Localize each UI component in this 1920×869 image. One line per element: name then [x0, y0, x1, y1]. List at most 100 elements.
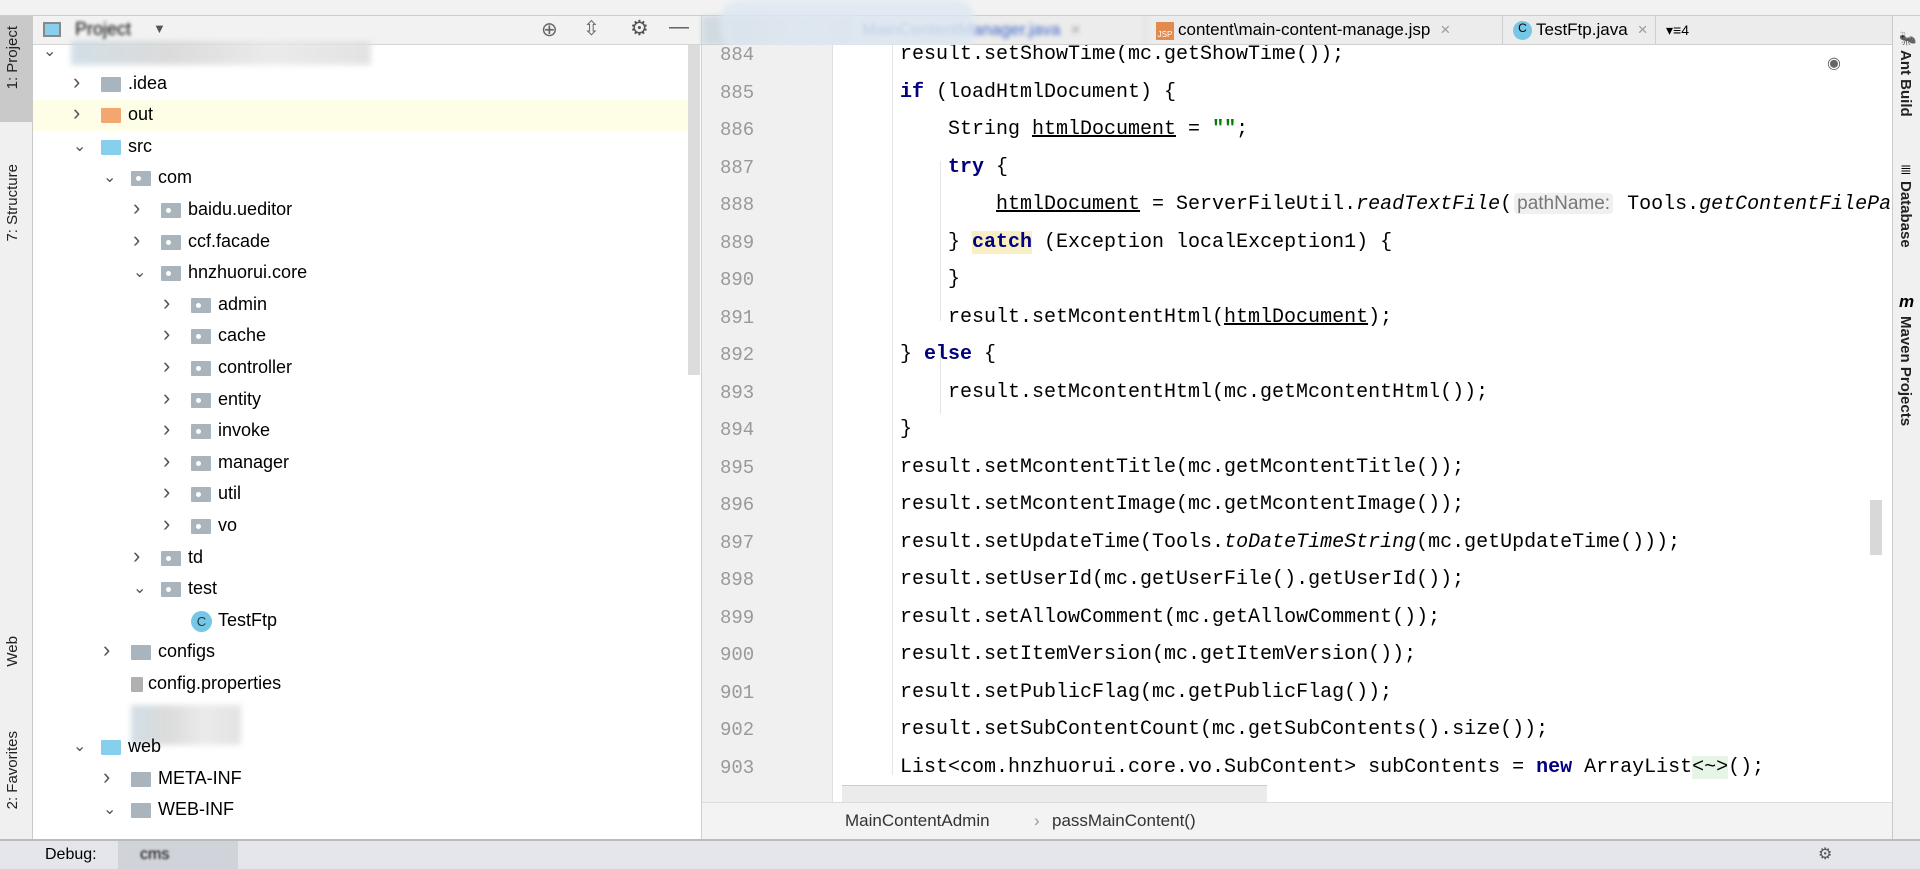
- tool-structure[interactable]: 7: Structure: [4, 164, 21, 242]
- tab-main-content-manage-jsp[interactable]: JSP content\main-content-manage.jsp ×: [1146, 16, 1503, 45]
- code-line[interactable]: result.setMcontentHtml(mc.getMcontentHtm…: [948, 381, 1488, 404]
- tool-web[interactable]: Web: [4, 636, 21, 667]
- tabs-overflow-button[interactable]: ▾≡4: [1656, 16, 1704, 45]
- minimize-icon[interactable]: —: [669, 16, 689, 39]
- code-line[interactable]: result.setItemVersion(mc.getItemVersion(…: [900, 643, 1416, 666]
- tree-item[interactable]: › vo: [33, 511, 688, 542]
- chevron-right-icon[interactable]: ›: [163, 321, 170, 347]
- tool-project[interactable]: 1: Project: [4, 26, 21, 89]
- tool-database[interactable]: Database: [1897, 181, 1914, 248]
- breadcrumb-method[interactable]: passMainContent(): [1052, 811, 1196, 831]
- tabs-overflow-count: 4: [1681, 22, 1689, 38]
- code-line[interactable]: result.setMcontentImage(mc.getMcontentIm…: [900, 493, 1464, 516]
- tree-scrollbar[interactable]: [688, 45, 700, 375]
- tree-item[interactable]: › .idea: [33, 69, 688, 100]
- tree-item[interactable]: [33, 701, 688, 745]
- tree-item[interactable]: › baidu.ueditor: [33, 195, 688, 226]
- properties-icon: [131, 677, 143, 692]
- code-line[interactable]: result.setAllowComment(mc.getAllowCommen…: [900, 606, 1440, 629]
- chevron-down-icon[interactable]: ⌄: [133, 262, 146, 282]
- editor-scrollbar[interactable]: [1870, 500, 1882, 555]
- code-line[interactable]: result.setMcontentTitle(mc.getMcontentTi…: [900, 456, 1464, 479]
- chevron-right-icon[interactable]: ›: [163, 290, 170, 316]
- code-line[interactable]: } catch (Exception localException1) {: [948, 230, 1392, 254]
- code-token: if: [900, 80, 925, 104]
- chevron-right-icon[interactable]: ›: [73, 100, 80, 126]
- code-token: =: [1176, 118, 1213, 141]
- close-icon[interactable]: ×: [1070, 20, 1080, 39]
- tree-item-label: vo: [218, 515, 238, 535]
- tree-item[interactable]: › manager: [33, 448, 688, 479]
- tree-item[interactable]: › util: [33, 479, 688, 510]
- chevron-right-icon[interactable]: ›: [163, 385, 170, 411]
- code-editor[interactable]: 884 885 886 887 888 889 890 891 892 893 894 895 896 8…: [702, 45, 1892, 802]
- chevron-right-icon[interactable]: ›: [133, 543, 140, 569]
- code-line[interactable]: result.setPublicFlag(mc.getPublicFlag())…: [900, 681, 1392, 704]
- tab-testftp[interactable]: C TestFtp.java ×: [1503, 16, 1656, 45]
- code-line[interactable]: result.setUpdateTime(Tools.toDateTimeStr…: [900, 531, 1680, 554]
- tree-item[interactable]: › controller: [33, 353, 688, 384]
- chevron-right-icon[interactable]: ›: [163, 353, 170, 379]
- chevron-down-icon[interactable]: ⌄: [103, 167, 116, 187]
- tree-item[interactable]: ⌄ test: [33, 574, 688, 605]
- code-line[interactable]: result.setSubContentCount(mc.getSubConte…: [900, 718, 1548, 741]
- tree-item[interactable]: ⌄ com: [33, 163, 688, 194]
- chevron-right-icon[interactable]: ›: [133, 195, 140, 221]
- tool-maven-projects[interactable]: Maven Projects: [1897, 316, 1914, 426]
- debug-config-name[interactable]: cms: [140, 846, 169, 864]
- tree-item[interactable]: › td: [33, 543, 688, 574]
- chevron-right-icon[interactable]: ›: [133, 227, 140, 253]
- breadcrumb-class[interactable]: MainContentAdmin: [845, 811, 990, 831]
- close-icon[interactable]: ×: [1440, 20, 1450, 39]
- code-line[interactable]: }: [900, 418, 912, 441]
- close-icon[interactable]: ×: [1638, 20, 1648, 39]
- chevron-down-icon[interactable]: ⌄: [73, 736, 86, 756]
- code-line[interactable]: }: [948, 268, 960, 291]
- chevron-down-icon[interactable]: ⌄: [73, 136, 86, 156]
- code-line[interactable]: List<com.hnzhuorui.core.vo.SubContent> s…: [900, 755, 1764, 779]
- chevron-down-icon[interactable]: ⌄: [43, 41, 56, 61]
- code-line[interactable]: String htmlDocument = "";: [948, 118, 1248, 141]
- chevron-right-icon[interactable]: ›: [163, 416, 170, 442]
- folder-blue-icon: [101, 740, 121, 756]
- tree-item-label: test: [188, 578, 218, 599]
- tree-item[interactable]: › admin: [33, 290, 688, 321]
- tree-item[interactable]: › ccf.facade: [33, 227, 688, 258]
- tree-item[interactable]: ⌄ src: [33, 132, 688, 163]
- tree-item[interactable]: › configs: [33, 637, 688, 668]
- chevron-right-icon[interactable]: ›: [103, 637, 110, 663]
- code-line[interactable]: result.setShowTime(mc.getShowTime());: [900, 45, 1344, 66]
- tree-item[interactable]: › out: [33, 100, 688, 132]
- tree-item[interactable]: ⌄ hnzhuorui.core: [33, 258, 688, 289]
- tree-item[interactable]: › cache: [33, 321, 688, 352]
- chevron-down-icon[interactable]: ⌄: [103, 799, 116, 819]
- breadcrumb-separator-icon: ›: [1034, 811, 1040, 830]
- code-line[interactable]: } else {: [900, 343, 996, 366]
- tree-item[interactable]: C TestFtp: [33, 606, 688, 637]
- tree-item[interactable]: config.properties: [33, 669, 688, 700]
- code-line[interactable]: result.setMcontentHtml(htmlDocument);: [948, 306, 1392, 329]
- tree-item-label: com: [158, 167, 193, 188]
- tree-item[interactable]: › META-INF: [33, 764, 688, 795]
- chevron-down-icon[interactable]: ▼: [153, 21, 166, 36]
- chevron-right-icon[interactable]: ›: [103, 764, 110, 790]
- chevron-right-icon[interactable]: ›: [163, 511, 170, 537]
- tool-ant-build[interactable]: Ant Build: [1897, 50, 1914, 117]
- code-line[interactable]: try {: [948, 156, 1008, 179]
- debug-config-tab[interactable]: [118, 841, 238, 869]
- chevron-right-icon[interactable]: ›: [73, 69, 80, 95]
- tree-item[interactable]: ⌄ WEB-INF: [33, 795, 688, 826]
- gear-icon[interactable]: ⚙: [1818, 844, 1832, 864]
- tree-item[interactable]: › invoke: [33, 416, 688, 447]
- code-line[interactable]: if (loadHtmlDocument) {: [900, 81, 1176, 104]
- code-line[interactable]: result.setUserId(mc.getUserFile().getUse…: [900, 568, 1464, 591]
- tool-favorites[interactable]: 2: Favorites: [4, 731, 21, 809]
- preview-eye-icon[interactable]: ◉: [1827, 53, 1841, 73]
- tree-item[interactable]: ⌄ web: [33, 732, 688, 763]
- chevron-right-icon[interactable]: ›: [163, 448, 170, 474]
- tree-item[interactable]: › entity: [33, 385, 688, 416]
- code-line[interactable]: htmlDocument = ServerFileUtil.readTextFi…: [996, 193, 1892, 216]
- chevron-right-icon[interactable]: ›: [163, 479, 170, 505]
- chevron-down-icon[interactable]: ⌄: [133, 578, 146, 598]
- tree-item[interactable]: ⌄: [33, 37, 688, 68]
